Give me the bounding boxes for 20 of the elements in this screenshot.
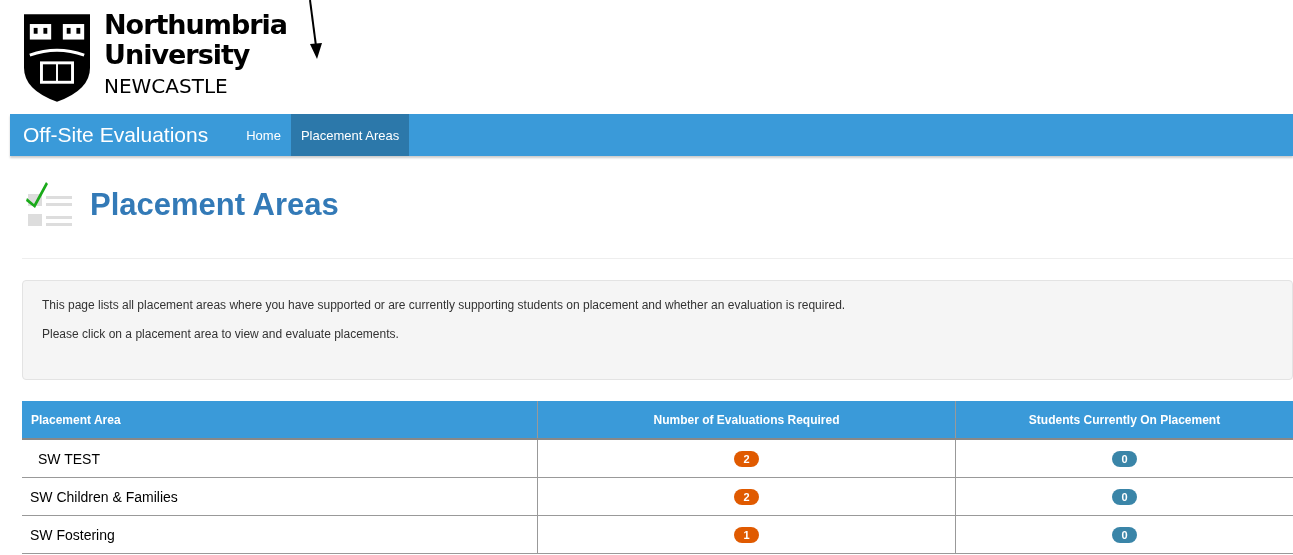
info-text: Please click on a placement area to view and evaluate placements. bbox=[42, 326, 400, 342]
info-text: This page lists all placement areas where you have supported or are currently supporting students on placement and whether an evaluation is required. bbox=[42, 297, 847, 313]
logo-text: University bbox=[104, 40, 251, 70]
page-title: Placement Areas bbox=[90, 187, 339, 223]
students-count: 0 bbox=[1112, 489, 1137, 505]
column-header: Students Currently On Placement bbox=[955, 401, 1293, 439]
evaluations-count: 1 bbox=[734, 527, 759, 543]
placement-area-link[interactable]: SW Fostering bbox=[22, 526, 115, 543]
students-count: 0 bbox=[1112, 451, 1137, 467]
shield-logo-icon bbox=[24, 14, 90, 102]
column-header: Placement Area bbox=[22, 401, 538, 439]
evaluations-count: 2 bbox=[734, 451, 759, 467]
column-header: Number of Evaluations Required bbox=[537, 401, 956, 439]
nav-tab[interactable]: Placement Areas bbox=[290, 114, 410, 156]
logo-text: Northumbria bbox=[104, 10, 288, 40]
placement-area-link[interactable]: SW TEST bbox=[22, 450, 100, 467]
logo-text: NEWCASTLE bbox=[104, 73, 229, 100]
placement-area-link[interactable]: SW Children & Families bbox=[22, 488, 178, 505]
students-count: 0 bbox=[1112, 527, 1137, 543]
evaluations-count: 2 bbox=[734, 489, 759, 505]
